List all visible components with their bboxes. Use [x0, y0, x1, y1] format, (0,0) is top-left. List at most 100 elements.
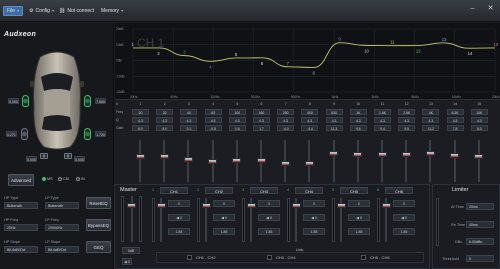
channel-level-fr[interactable]: 7.600 [95, 98, 106, 104]
eq-slider-knob[interactable] [401, 152, 411, 158]
gain-input[interactable]: 11.3 [325, 125, 343, 131]
channel-name-button[interactable]: CH4 [295, 187, 323, 194]
eq-slider-knob[interactable] [208, 158, 218, 164]
channel-name-button[interactable]: CH5 [340, 187, 368, 194]
eq-slider-knob[interactable] [280, 160, 290, 166]
channel-delay-input[interactable]: 0 [213, 200, 235, 207]
freq-input[interactable]: 400 [301, 109, 319, 115]
freq-input[interactable]: 1.6K [374, 109, 391, 115]
gain-input[interactable]: 11.2 [422, 125, 440, 131]
at-time-input[interactable]: 20ms [466, 203, 494, 210]
eq-slider-track[interactable] [356, 140, 359, 182]
lp-type-select[interactable]: Butterwth [45, 202, 79, 209]
channel-delay-input[interactable]: 0 [303, 200, 325, 207]
eq-slider-knob[interactable] [329, 151, 339, 157]
lp-slope-select[interactable]: Bit-6dB/Oct [45, 246, 79, 253]
eq-slider-track[interactable] [381, 140, 383, 182]
eq-slider-knob[interactable] [450, 153, 460, 159]
close-icon[interactable]: ✕ [486, 4, 495, 13]
channel-name-button[interactable]: CH6 [385, 187, 413, 194]
channel-delay-input[interactable]: 0 [168, 200, 190, 207]
channel-value-input[interactable]: 1.85 [168, 228, 190, 235]
q-input[interactable]: 4.3 [204, 117, 222, 123]
reset-eq-button[interactable]: ResetEQ [86, 197, 111, 209]
menu-file[interactable]: File ▾ [3, 6, 24, 16]
channel-level-rl[interactable]: 0.271 [6, 131, 17, 137]
freq-input[interactable]: 40 [180, 109, 198, 115]
lp-freq-input[interactable]: 20000Hz [45, 224, 79, 231]
radio-in[interactable]: IN [76, 177, 85, 181]
channel-delay-input[interactable]: 0 [348, 200, 370, 207]
gain-input[interactable]: -4.4 [301, 125, 319, 131]
channel-delay-input[interactable]: 0 [258, 200, 280, 207]
master-fader-knob[interactable] [127, 203, 136, 208]
eq-slider-track[interactable] [332, 140, 335, 182]
freq-input[interactable]: 20 [132, 109, 149, 115]
channel-level-fl[interactable]: 0.000 [8, 98, 19, 104]
q-input[interactable]: 4.3 [180, 117, 198, 123]
freq-input[interactable]: 160 [253, 109, 270, 115]
channel-fader-knob[interactable] [246, 203, 256, 208]
q-input[interactable]: 4.3 [398, 117, 416, 123]
speaker-rear-left-icon[interactable] [21, 128, 28, 140]
channel-phase-button[interactable]: ◀ 0 [348, 214, 370, 221]
link-checkbox-2[interactable] [267, 255, 272, 260]
freq-input[interactable]: 63 [204, 109, 222, 115]
geq-button[interactable]: GEQ [86, 241, 111, 253]
q-input[interactable]: 4.3 [446, 117, 464, 123]
eq-slider-knob[interactable] [353, 152, 363, 158]
menu-memory[interactable]: Memory ▾ [98, 6, 126, 16]
freq-input[interactable]: 100 [228, 109, 246, 115]
eq-slider-track[interactable] [139, 140, 141, 182]
q-input[interactable]: 4.3 [325, 117, 343, 123]
freq-input[interactable]: 4K [422, 109, 440, 115]
eq-slider-knob[interactable] [232, 157, 242, 163]
minimize-icon[interactable]: – [468, 4, 477, 13]
master-mute-button[interactable]: ◀ 0 [122, 258, 132, 265]
freq-input[interactable]: 250 [277, 109, 295, 115]
eq-slider-track[interactable] [477, 140, 480, 182]
gain-input[interactable]: 7.8 [446, 125, 464, 131]
q-input[interactable]: 4.3 [132, 117, 149, 123]
eq-slider-knob[interactable] [425, 151, 435, 157]
eq-slider-track[interactable] [405, 140, 408, 182]
subwoofer-right-icon[interactable] [64, 153, 72, 159]
channel-fader-knob[interactable] [201, 203, 211, 208]
eq-slider-knob[interactable] [474, 154, 484, 160]
eq-slider-knob[interactable] [159, 154, 169, 160]
channel-name-button[interactable]: CH3 [250, 187, 278, 194]
q-input[interactable]: 4.3 [277, 117, 295, 123]
eq-slider-track[interactable] [453, 140, 456, 182]
q-input[interactable]: 4.3 [422, 117, 440, 123]
freq-input[interactable]: 630 [325, 109, 343, 115]
freq-input[interactable]: 2.5K [398, 109, 416, 115]
gain-input[interactable]: 3.1 [180, 125, 198, 131]
channel-value-input[interactable]: 1.85 [213, 228, 235, 235]
q-input[interactable]: 4.3 [470, 117, 488, 123]
freq-input[interactable]: 1K [349, 109, 367, 115]
re-time-input[interactable]: 40ms [466, 221, 494, 228]
channel-value-input[interactable]: 1.85 [303, 228, 325, 235]
channel-level-rr[interactable]: 1.720 [95, 131, 106, 137]
channel-level-sub-right[interactable]: 0.000 [74, 156, 85, 162]
q-input[interactable]: 4.3 [228, 117, 246, 123]
q-input[interactable]: 4.3 [301, 117, 319, 123]
q-input[interactable]: 4.3 [253, 117, 270, 123]
hp-type-select[interactable]: Butterwth [4, 202, 38, 209]
speaker-front-left-icon[interactable] [22, 95, 29, 107]
channel-delay-input[interactable]: 0 [393, 200, 415, 207]
channel-phase-button[interactable]: ◀ 0 [213, 214, 235, 221]
channel-level-sub-left[interactable]: 0.000 [26, 156, 37, 162]
eq-response-graph[interactable]: 20dB 10dB 0dB -10dB -20dB 20Hz 50Hz 100Hz 200Hz 5… [115, 23, 500, 100]
bypass-eq-button[interactable]: BypassEQ [86, 219, 111, 231]
link-checkbox-3[interactable] [361, 255, 366, 260]
gain-input[interactable]: 8.0 [470, 125, 488, 131]
channel-value-input[interactable]: 1.85 [393, 228, 415, 235]
dbu-input[interactable]: 6.00dBu [466, 238, 494, 245]
radio-cm[interactable]: CM [58, 177, 69, 181]
q-input[interactable]: 4.3 [349, 117, 367, 123]
q-input[interactable]: 4.3 [374, 117, 391, 123]
channel-name-button[interactable]: CH1 [160, 187, 188, 194]
link-checkbox-1[interactable] [187, 255, 192, 260]
radio-ms[interactable]: MS [42, 177, 53, 181]
